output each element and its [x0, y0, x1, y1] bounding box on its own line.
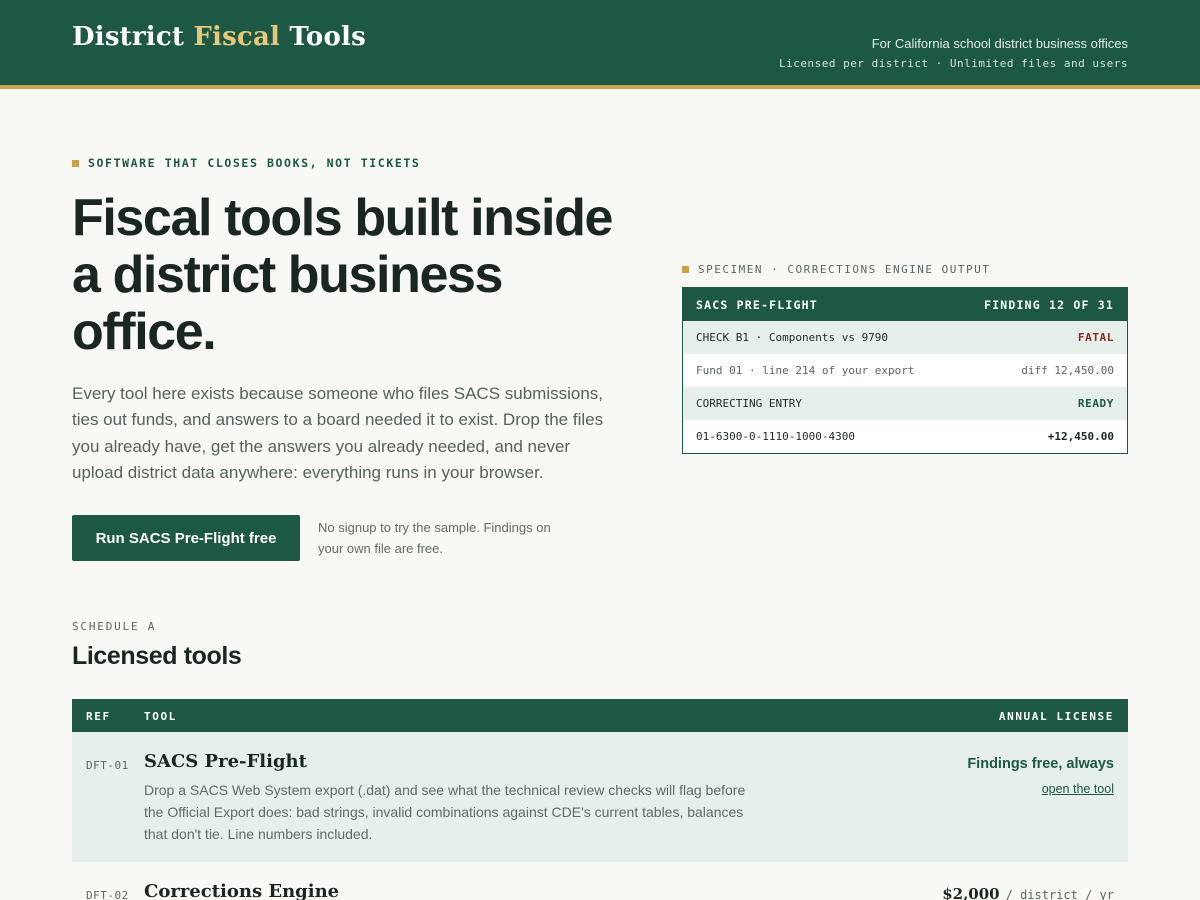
specimen-check-row: CHECK B1 · Components vs 9790 FATAL	[683, 321, 1127, 354]
column-ref: REF	[86, 710, 111, 723]
brand-word-fiscal: Fiscal	[193, 22, 281, 52]
header-info: For California school district business …	[779, 36, 1128, 70]
hero-eyebrow: SOFTWARE THAT CLOSES BOOKS, NOT TICKETS	[72, 156, 420, 170]
account-string: 01-6300-0-1110-1000-4300	[696, 430, 855, 443]
price-amount: $2,000	[942, 885, 1000, 900]
specimen-label: SPECIMEN · CORRECTIONS ENGINE OUTPUT	[682, 263, 990, 276]
column-license: ANNUAL LICENSE	[998, 710, 1114, 723]
status-badge-fatal: FATAL	[1077, 331, 1114, 344]
specimen-title: SACS PRE-FLIGHT	[696, 297, 818, 312]
open-tool-link[interactable]: open the tool	[1042, 782, 1114, 796]
site-header: District Fiscal Tools For California sch…	[0, 0, 1200, 89]
hero-eyebrow-text: SOFTWARE THAT CLOSES BOOKS, NOT TICKETS	[88, 156, 421, 170]
check-label: CHECK B1 · Components vs 9790	[696, 331, 889, 344]
correction-amount: +12,450.00	[1047, 430, 1114, 443]
header-licensing: Licensed per district · Unlimited files …	[778, 57, 1128, 70]
price-period: / district / yr	[1005, 888, 1114, 900]
hero-title: Fiscal tools built inside a district bus…	[72, 189, 613, 361]
hero-body: Every tool here exists because someone w…	[72, 384, 604, 483]
row-ref: DFT-01	[86, 759, 129, 772]
gold-square-icon	[72, 159, 79, 167]
specimen-finding-count: FINDING 12 OF 31	[984, 297, 1114, 312]
row-ref: DFT-02	[86, 889, 129, 900]
brand-logo[interactable]: District Fiscal Tools	[72, 22, 366, 52]
specimen-label-text: SPECIMEN · CORRECTIONS ENGINE OUTPUT	[698, 263, 991, 276]
finding-diff: diff 12,450.00	[1021, 364, 1114, 377]
entry-label: CORRECTING ENTRY	[696, 397, 802, 410]
run-preflight-button[interactable]: Run SACS Pre-Flight free	[72, 515, 300, 561]
tool-name[interactable]: SACS Pre-Flight	[144, 751, 307, 772]
brand-word-district: District	[72, 22, 185, 52]
status-badge-ready: READY	[1077, 397, 1114, 410]
finding-location: Fund 01 · line 214 of your export	[696, 364, 915, 377]
license-price: $2,000 / district / yr	[942, 885, 1114, 900]
specimen-card: SACS PRE-FLIGHT FINDING 12 OF 31 CHECK B…	[682, 287, 1128, 454]
cta-note: No signup to try the sample. Findings on…	[318, 520, 551, 556]
tool-description: Drop a SACS Web System export (.dat) and…	[144, 782, 746, 842]
license-terms: Findings free, always	[967, 756, 1114, 772]
specimen-location-row: Fund 01 · line 214 of your export diff 1…	[683, 354, 1127, 387]
brand-word-tools: Tools	[289, 22, 366, 52]
specimen-account-row: 01-6300-0-1110-1000-4300 +12,450.00	[683, 420, 1127, 453]
specimen-entry-row: CORRECTING ENTRY READY	[683, 387, 1127, 420]
schedule-title: Licensed tools	[72, 642, 242, 670]
table-row: DFT-01 SACS Pre-Flight Drop a SACS Web S…	[72, 732, 1128, 862]
table-row: DFT-02 Corrections Engine $2,000 / distri…	[72, 862, 1128, 900]
tools-table-header: REF TOOL ANNUAL LICENSE	[72, 699, 1128, 732]
column-tool: TOOL	[144, 710, 177, 723]
specimen-header: SACS PRE-FLIGHT FINDING 12 OF 31	[683, 288, 1127, 321]
gold-square-icon	[682, 266, 689, 273]
header-tagline: For California school district business …	[871, 36, 1128, 51]
tool-name[interactable]: Corrections Engine	[144, 881, 339, 900]
schedule-label: SCHEDULE A	[72, 620, 157, 633]
